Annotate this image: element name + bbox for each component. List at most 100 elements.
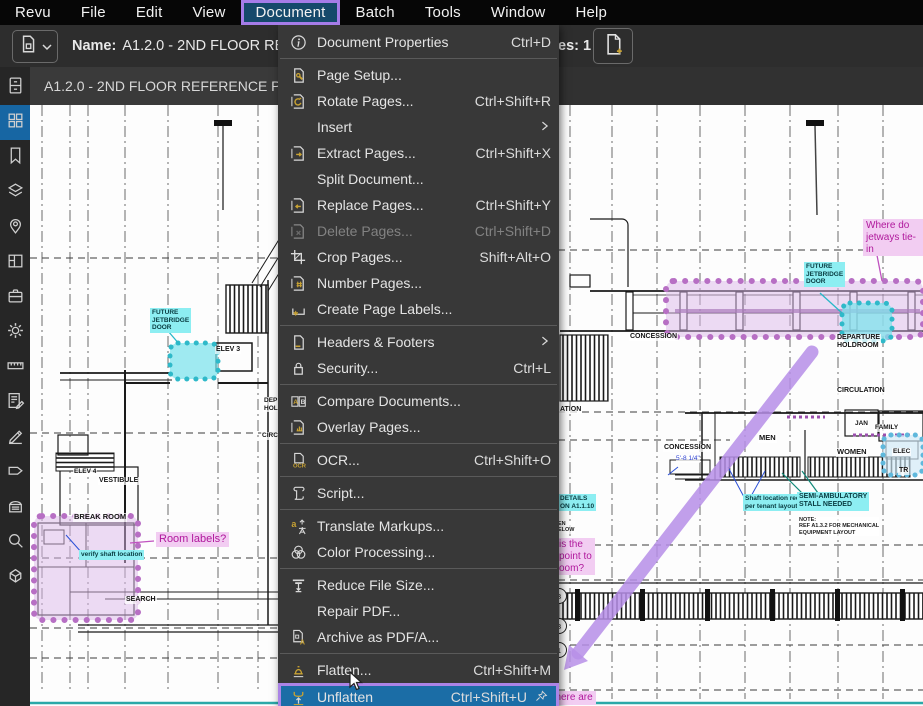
plan-label-departure-holdroom: DEPARTURE HOLDROOM	[836, 334, 881, 351]
sidebar-file-access-button[interactable]	[0, 70, 30, 105]
model-3d-icon	[6, 566, 25, 590]
menu-item-compare-documents[interactable]: ABCompare Documents...	[278, 388, 559, 414]
menu-item-label: Split Document...	[317, 171, 551, 187]
menu-item-label: OCR...	[317, 452, 466, 468]
menu-item-label: Number Pages...	[317, 275, 551, 291]
crop-pages-icon	[287, 248, 309, 266]
menubar-item-document[interactable]: Document	[241, 0, 341, 25]
menubar-item-view[interactable]: View	[177, 0, 240, 25]
menu-item-number-pages[interactable]: Number Pages...	[278, 270, 559, 296]
plan-label-fjd-right: FUTURE JETBRIDGE DOOR	[804, 262, 845, 287]
signatures-icon	[6, 426, 25, 450]
menubar-item-batch[interactable]: Batch	[340, 0, 409, 25]
file-name-readout: Name: A1.2.0 - 2ND FLOOR REF	[72, 25, 293, 67]
no-icon	[287, 170, 309, 188]
menubar-item-help[interactable]: Help	[560, 0, 622, 25]
replace-pages-icon	[287, 196, 309, 214]
sidebar-signatures-button[interactable]	[0, 420, 30, 455]
menu-item-repair-pdf[interactable]: Repair PDF...	[278, 598, 559, 624]
plan-label-elev4: ELEV 4	[73, 468, 97, 476]
menubar-item-revu[interactable]: Revu	[0, 0, 66, 25]
menu-item-label: Headers & Footers	[317, 334, 539, 350]
plan-label-elev3: ELEV 3	[215, 346, 241, 354]
menu-item-archive-as-pdf-a[interactable]: AArchive as PDF/A...	[278, 624, 559, 650]
sidebar-spaces-button[interactable]	[0, 245, 30, 280]
sidebar-search-button[interactable]	[0, 525, 30, 560]
menu-item-color-processing[interactable]: Color Processing...	[278, 539, 559, 565]
sidebar-sets-button[interactable]	[0, 490, 30, 525]
sidebar-thumbnails-button[interactable]	[0, 105, 30, 140]
menu-item-security[interactable]: Security...Ctrl+L	[278, 355, 559, 381]
color-processing-icon	[287, 543, 309, 561]
menu-item-label: Compare Documents...	[317, 393, 551, 409]
pin-icon[interactable]	[534, 690, 548, 704]
sidebar-tag-button[interactable]	[0, 455, 30, 490]
name-value: A1.2.0 - 2ND FLOOR REF	[122, 38, 293, 54]
document-select-button[interactable]	[12, 30, 58, 63]
sidebar-layers-button[interactable]	[0, 175, 30, 210]
menubar-item-window[interactable]: Window	[476, 0, 561, 25]
translate-markups-icon: a	[287, 517, 309, 535]
plan-label-dim1: 5'-8 1/4"	[676, 455, 700, 463]
menu-item-document-properties[interactable]: Document PropertiesCtrl+D	[278, 29, 559, 55]
plan-label-elec: ELEC	[892, 448, 911, 456]
sidebar-tool-chest-button[interactable]	[0, 280, 30, 315]
menu-separator	[280, 58, 557, 59]
sidebar-bookmarks-button[interactable]	[0, 140, 30, 175]
menubar-item-tools[interactable]: Tools	[410, 0, 476, 25]
no-icon	[287, 602, 309, 620]
menu-item-flatten[interactable]: Flatten...Ctrl+Shift+M	[278, 657, 559, 683]
sidebar-markups-list-button[interactable]	[0, 385, 30, 420]
submenu-chevron-icon	[539, 334, 551, 350]
ocr-icon: OCR	[287, 451, 309, 469]
menu-item-label: Extract Pages...	[317, 145, 468, 161]
menu-item-ocr[interactable]: OCR OCR... Ctrl+Shift+O	[278, 447, 559, 473]
plan-label-where-jetways: Where do jetways tie-in	[863, 219, 923, 256]
menu-item-headers-footers[interactable]: Headers & Footers	[278, 329, 559, 355]
document-tab[interactable]: A1.2.0 - 2ND FLOOR REFERENCE PL	[30, 67, 302, 105]
sidebar-model-3d-button[interactable]	[0, 560, 30, 595]
page-setup-icon	[287, 66, 309, 84]
menu-item-create-page-labels[interactable]: Create Page Labels...	[278, 296, 559, 322]
menu-item-rotate-pages[interactable]: Rotate Pages...Ctrl+Shift+R	[278, 88, 559, 114]
plan-label-concession-mid: CONCESSION	[663, 444, 712, 452]
menu-item-delete-pages[interactable]: Delete Pages...Ctrl+Shift+D	[278, 218, 559, 244]
menu-item-extract-pages[interactable]: Extract Pages...Ctrl+Shift+X	[278, 140, 559, 166]
menu-item-split-document[interactable]: Split Document...	[278, 166, 559, 192]
reduce-file-size-icon	[287, 576, 309, 594]
search-icon	[6, 531, 25, 555]
name-label: Name:	[72, 38, 116, 54]
flatten-icon	[287, 661, 309, 679]
sidebar-places-button[interactable]	[0, 210, 30, 245]
menu-separator	[280, 443, 557, 444]
menubar-item-edit[interactable]: Edit	[121, 0, 178, 25]
menu-item-label: Script...	[317, 485, 551, 501]
menu-item-reduce-file-size[interactable]: Reduce File Size...	[278, 572, 559, 598]
menu-item-script[interactable]: Script...	[278, 480, 559, 506]
menu-item-shortcut: Ctrl+Shift+O	[474, 452, 551, 468]
plan-label-break-room: BREAK ROOM	[73, 513, 127, 522]
layers-icon	[6, 181, 25, 205]
menu-item-unflatten[interactable]: UnflattenCtrl+Shift+U	[278, 683, 559, 706]
svg-text:B: B	[300, 398, 305, 405]
svg-text:OCR: OCR	[293, 463, 307, 468]
file-access-icon	[6, 76, 25, 100]
menu-item-page-setup[interactable]: Page Setup...	[278, 62, 559, 88]
menu-item-overlay-pages[interactable]: Overlay Pages...	[278, 414, 559, 440]
menu-separator	[280, 653, 557, 654]
submenu-chevron-icon	[539, 119, 551, 135]
pages-readout: es: 1	[558, 25, 591, 67]
places-icon	[6, 216, 25, 240]
menu-item-crop-pages[interactable]: Crop Pages...Shift+Alt+O	[278, 244, 559, 270]
menubar-item-file[interactable]: File	[66, 0, 121, 25]
sidebar-settings-button[interactable]	[0, 315, 30, 350]
menu-separator	[280, 568, 557, 569]
sidebar-measurements-button[interactable]	[0, 350, 30, 385]
menu-item-translate-markups[interactable]: aTranslate Markups...	[278, 513, 559, 539]
menu-item-label: Rotate Pages...	[317, 93, 467, 109]
menu-item-replace-pages[interactable]: Replace Pages...Ctrl+Shift+Y	[278, 192, 559, 218]
spaces-icon	[6, 251, 25, 275]
menu-item-insert[interactable]: Insert	[278, 114, 559, 140]
sets-icon	[6, 496, 25, 520]
new-page-button[interactable]	[593, 28, 633, 64]
